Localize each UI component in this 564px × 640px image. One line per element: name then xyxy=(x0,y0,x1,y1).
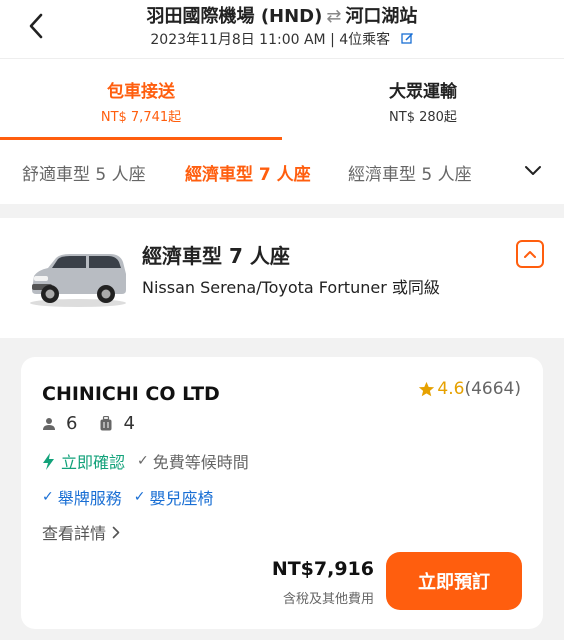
service-tabs: 包車接送 NT$ 7,741起 大眾運輸 NT$ 280起 xyxy=(0,58,564,140)
free-wait-label: 免費等候時間 xyxy=(152,453,249,472)
origin-label: 羽田國際機場 (HND) xyxy=(146,6,323,27)
car-type-economy-5[interactable]: 經濟車型 5 人座 xyxy=(348,160,472,185)
tab-price: NT$ 7,741起 xyxy=(100,110,182,125)
book-now-button[interactable]: 立即預訂 xyxy=(386,552,522,610)
luggage-icon xyxy=(100,415,112,430)
rating-score: 4.6 xyxy=(437,379,465,399)
luggage-capacity: 4 xyxy=(99,413,135,434)
car-type-selector: 舒適車型 5 人座 經濟車型 7 人座 經濟車型 5 人座 xyxy=(0,140,564,204)
expand-types-button[interactable] xyxy=(524,162,542,181)
instant-confirm-label: 立即確認 xyxy=(61,453,126,472)
person-icon xyxy=(43,417,55,430)
tax-note: 含稅及其他費用 xyxy=(282,592,374,607)
car-image xyxy=(30,254,126,307)
tab-private-transfer[interactable]: 包車接送 NT$ 7,741起 xyxy=(0,59,282,141)
check-icon: ✓ xyxy=(133,489,146,505)
chevron-down-icon xyxy=(525,166,541,175)
top-bar: 羽田國際機場 (HND) ⇄ 河口湖站 2023年11月8日 11:00 AM | … xyxy=(0,0,564,58)
feature-label: 嬰兒座椅 xyxy=(149,489,214,508)
chevron-right-icon xyxy=(112,526,120,538)
car-type-economy-7[interactable]: 經濟車型 7 人座 xyxy=(185,160,311,185)
star-icon xyxy=(419,381,435,396)
offer-card[interactable]: CHINICHI CO LTD 4.6 (4664) 6 4 立即確認 ✓ 免費等… xyxy=(21,357,543,629)
instant-confirm: 立即確認 xyxy=(42,449,125,473)
check-icon: ✓ xyxy=(42,489,54,505)
trip-meta[interactable]: 2023年11月8日 11:00 AM | 4位乘客 xyxy=(0,29,564,49)
trip-meta-text: 2023年11月8日 11:00 AM | 4位乘客 xyxy=(150,32,391,48)
chevron-up-icon xyxy=(524,251,536,258)
tab-public-transport[interactable]: 大眾運輸 NT$ 280起 xyxy=(282,59,564,141)
tab-title: 大眾運輸 xyxy=(389,82,457,102)
feature-baby-seat: ✓ 嬰兒座椅 xyxy=(134,485,214,509)
collapse-button[interactable] xyxy=(516,240,544,268)
selected-car-panel: 經濟車型 7 人座 Nissan Serena/Toyota Fortuner … xyxy=(0,218,564,338)
passenger-count: 6 xyxy=(66,413,78,434)
free-wait: ✓ 免費等候時間 xyxy=(137,449,249,473)
rating: 4.6 (4664) xyxy=(418,379,521,399)
rating-count: (4664) xyxy=(464,379,521,399)
swap-icon: ⇄ xyxy=(326,6,342,27)
feature-label: 舉牌服務 xyxy=(57,489,122,508)
view-details-label: 查看詳情 xyxy=(42,524,107,543)
tab-price: NT$ 280起 xyxy=(389,110,457,125)
destination-label: 河口湖站 xyxy=(345,6,418,27)
car-title: 經濟車型 7 人座 xyxy=(142,244,290,268)
feature-sign-service: ✓ 舉牌服務 xyxy=(42,485,122,509)
check-icon: ✓ xyxy=(137,453,149,469)
edit-icon[interactable] xyxy=(400,32,414,49)
vendor-name: CHINICHI CO LTD xyxy=(42,383,220,405)
feature-row-2: ✓ 舉牌服務 ✓ 嬰兒座椅 xyxy=(42,485,226,509)
view-details-link[interactable]: 查看詳情 xyxy=(42,520,120,544)
capacity: 6 4 xyxy=(42,413,157,434)
bolt-icon xyxy=(43,452,54,470)
passenger-capacity: 6 xyxy=(42,413,77,434)
car-type-comfort-5[interactable]: 舒適車型 5 人座 xyxy=(22,160,146,185)
luggage-count: 4 xyxy=(123,413,135,434)
feature-row-1: 立即確認 ✓ 免費等候時間 xyxy=(42,449,249,473)
tab-title: 包車接送 xyxy=(107,82,175,102)
price: NT$7,916 xyxy=(271,558,374,580)
car-description: Nissan Serena/Toyota Fortuner 或同級 xyxy=(142,278,440,297)
route-title: 羽田國際機場 (HND) ⇄ 河口湖站 xyxy=(0,2,564,28)
